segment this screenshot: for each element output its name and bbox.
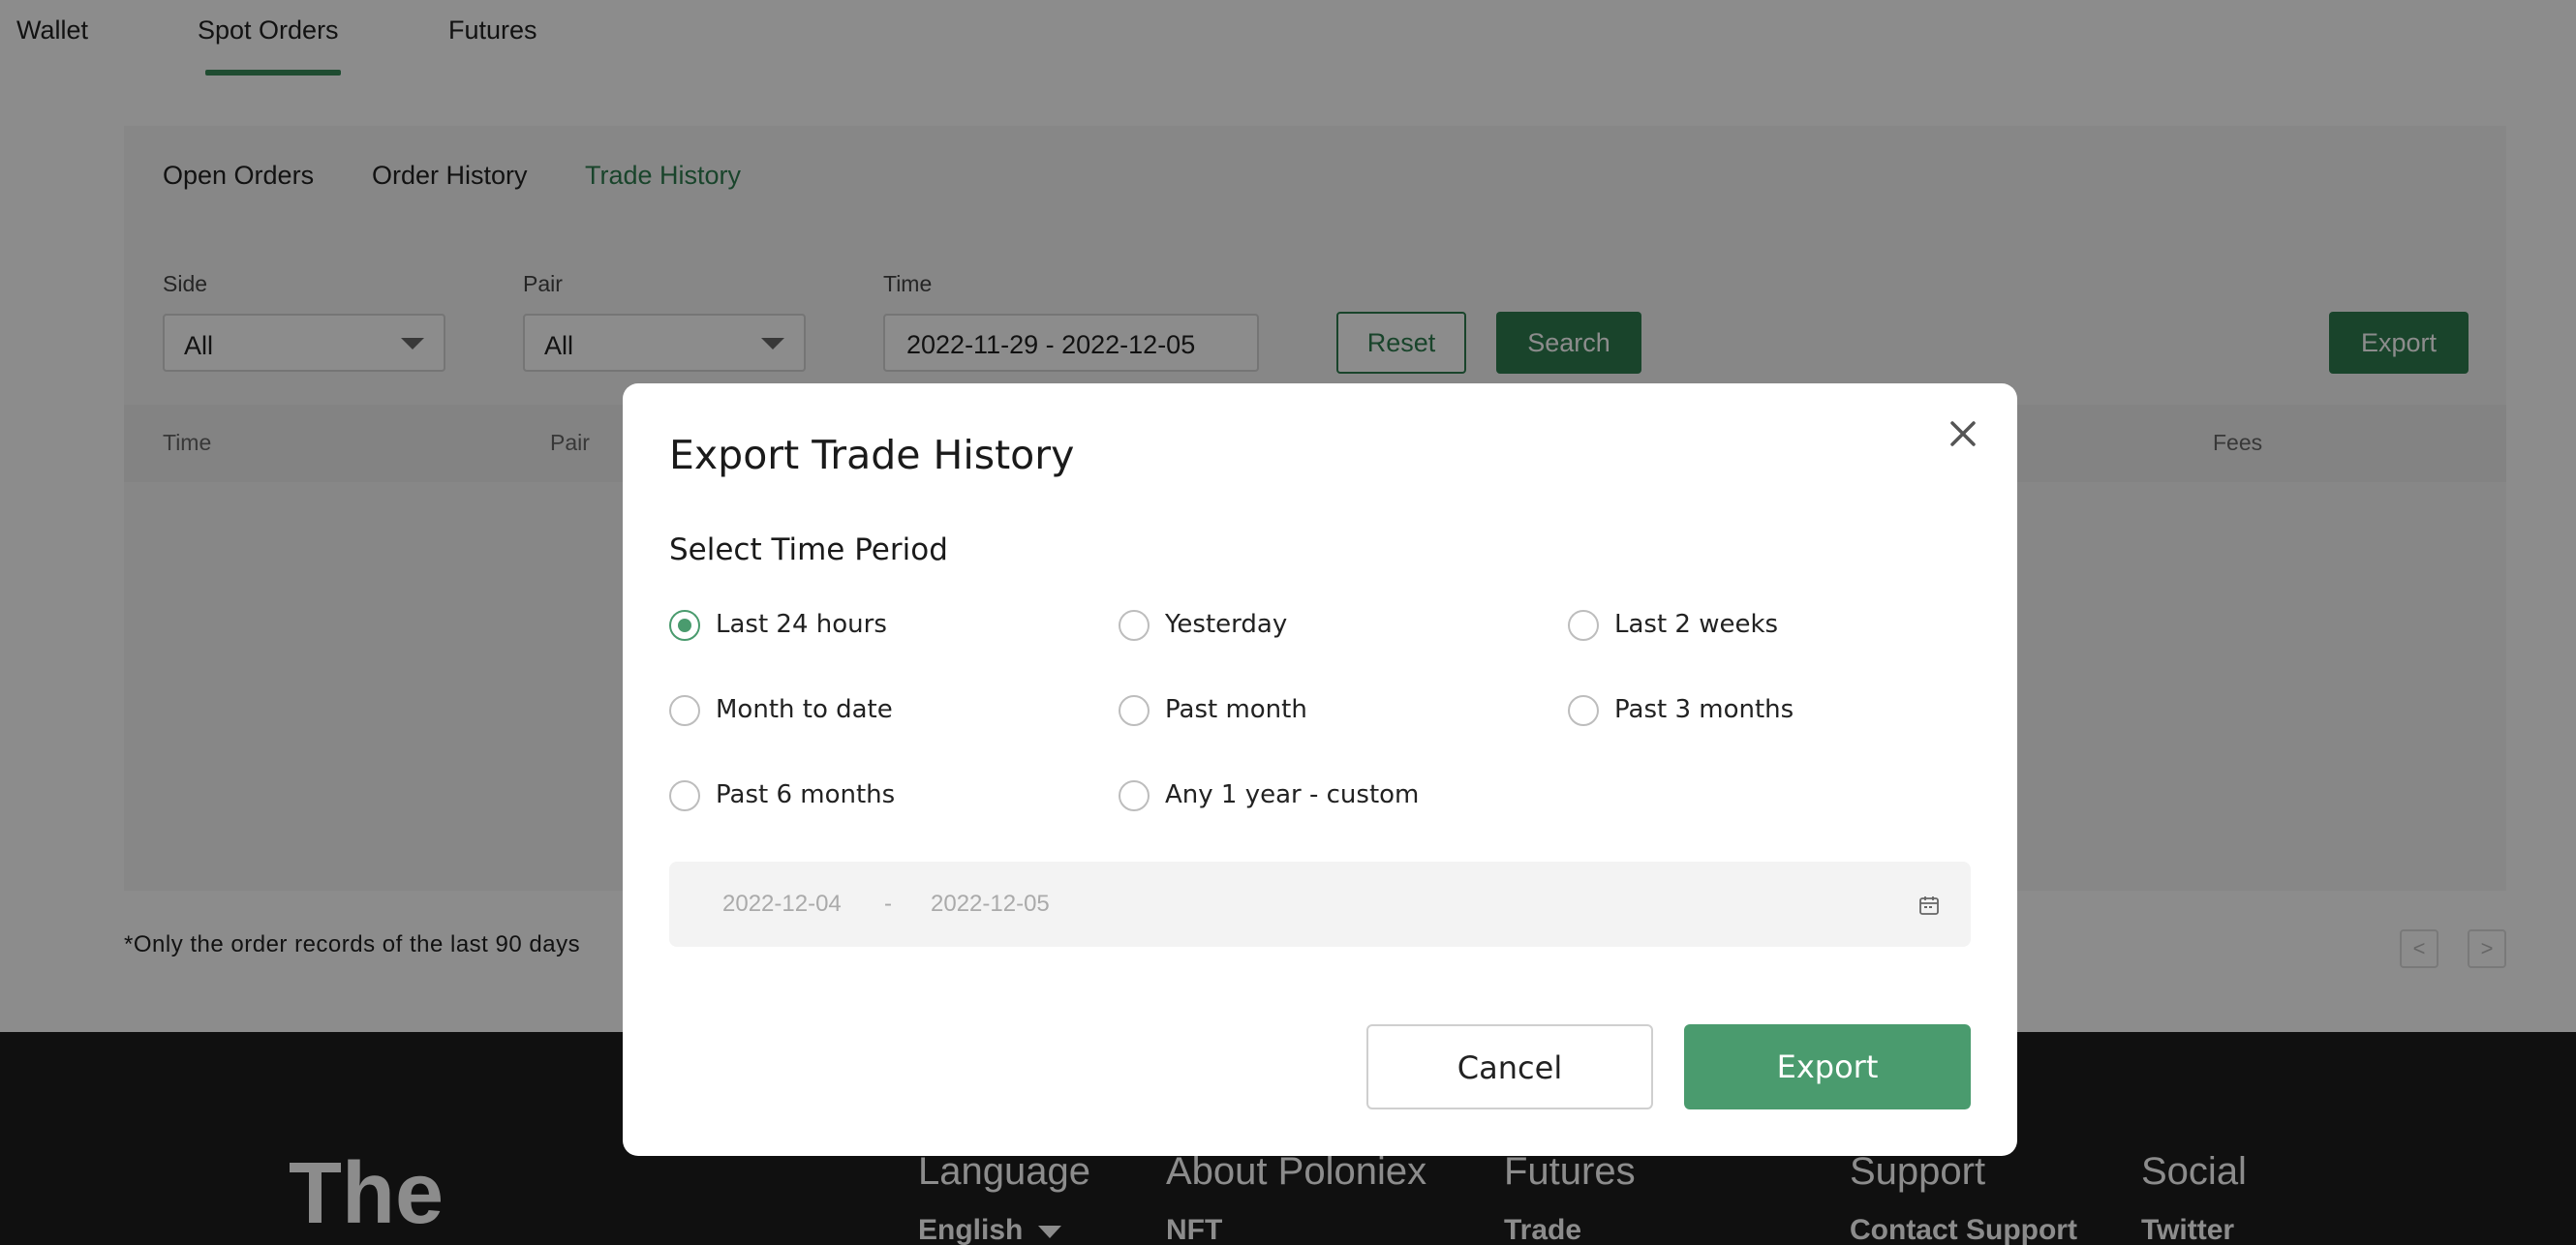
option-label: Month to date [716, 695, 893, 724]
option-label: Last 2 weeks [1614, 610, 1779, 639]
date-range-picker[interactable]: 2022-12-04 - 2022-12-05 [669, 862, 1971, 947]
time-period-heading: Select Time Period [669, 532, 948, 567]
option-label: Past 6 months [716, 780, 896, 809]
cancel-button[interactable]: Cancel [1366, 1024, 1653, 1109]
option-label: Past month [1165, 695, 1307, 724]
radio[interactable] [669, 695, 700, 726]
range-end-date: 2022-12-05 [931, 891, 1050, 917]
dialog-title: Export Trade History [669, 432, 1075, 478]
range-separator: - [884, 891, 892, 917]
radio-checked[interactable] [669, 610, 700, 641]
dialog-export-button[interactable]: Export [1684, 1024, 1971, 1109]
radio[interactable] [669, 780, 700, 811]
calendar-icon[interactable] [1918, 895, 1940, 916]
close-icon[interactable] [1936, 407, 1990, 461]
option-label: Yesterday [1165, 610, 1288, 639]
radio[interactable] [1568, 695, 1599, 726]
option-label: Past 3 months [1614, 695, 1794, 724]
export-trade-history-dialog: Export Trade History Select Time Period … [623, 383, 2017, 1156]
radio[interactable] [1119, 695, 1150, 726]
radio[interactable] [1119, 780, 1150, 811]
option-label: Last 24 hours [716, 610, 887, 639]
radio[interactable] [1568, 610, 1599, 641]
radio[interactable] [1119, 610, 1150, 641]
option-label: Any 1 year - custom [1165, 780, 1420, 809]
range-start-date: 2022-12-04 [722, 891, 842, 917]
